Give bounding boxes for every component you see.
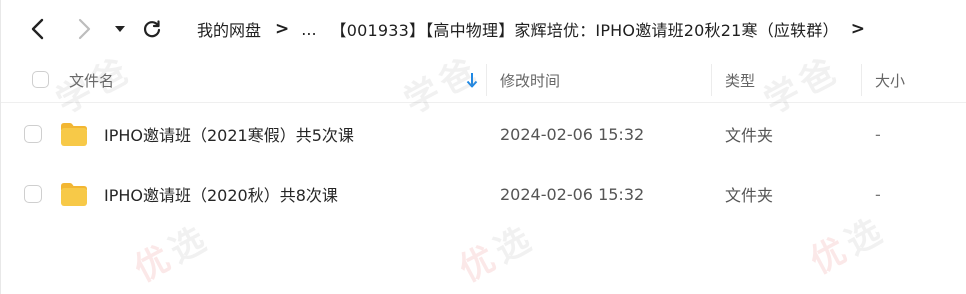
toolbar: 我的网盘 > ... 【001933】【高中物理】家辉培优：IPHO邀请班20秋… [1,0,966,58]
file-type: 文件夹 [725,186,774,205]
refresh-icon [143,20,161,38]
column-header-size[interactable]: 大小 [875,58,905,102]
chevron-left-icon [31,18,44,40]
row-checkbox[interactable] [24,185,42,203]
breadcrumb-separator: > [275,19,290,39]
folder-icon [61,183,87,206]
file-browser-window: 我的网盘 > ... 【001933】【高中物理】家辉培优：IPHO邀请班20秋… [0,0,966,294]
file-size: - [875,184,881,204]
file-modified-time: 2024-02-06 15:32 [500,184,645,204]
breadcrumb: 我的网盘 > ... 【001933】【高中物理】家辉培优：IPHO邀请班20秋… [197,10,865,48]
sort-down-arrow-icon[interactable] [464,70,480,90]
breadcrumb-root[interactable]: 我的网盘 [197,17,261,41]
file-name[interactable]: IPHO邀请班（2020秋）共8次课 [104,164,338,224]
file-modified-time: 2024-02-06 15:32 [500,124,645,144]
breadcrumb-current-folder[interactable]: 【001933】【高中物理】家辉培优：IPHO邀请班20秋21寒（应轶群） [331,17,839,41]
breadcrumb-trailing-separator[interactable]: > [851,19,865,39]
column-divider[interactable] [486,64,487,96]
caret-down-icon [115,26,125,32]
select-all-checkbox[interactable] [32,71,49,88]
refresh-button[interactable] [137,10,167,48]
file-type: 文件夹 [725,126,774,145]
column-header-type[interactable]: 类型 [725,58,755,102]
file-name[interactable]: IPHO邀请班（2021寒假）共5次课 [104,104,354,164]
row-checkbox[interactable] [24,125,42,143]
back-button[interactable] [23,10,53,48]
file-size: - [875,124,881,144]
history-dropdown-button[interactable] [109,10,131,48]
folder-icon [61,123,87,146]
column-header-name[interactable]: 文件名 [69,58,114,102]
file-row[interactable]: IPHO邀请班（2021寒假）共5次课 2024-02-06 15:32 文件夹… [1,104,966,164]
chevron-right-icon [78,18,91,40]
forward-button[interactable] [69,10,99,48]
column-header-mtime[interactable]: 修改时间 [500,58,560,102]
file-list-header: 文件名 修改时间 类型 大小 [1,58,966,103]
column-divider[interactable] [861,64,862,96]
file-row[interactable]: IPHO邀请班（2020秋）共8次课 2024-02-06 15:32 文件夹 … [1,164,966,224]
column-divider[interactable] [711,64,712,96]
breadcrumb-ellipsis[interactable]: ... [301,20,316,39]
